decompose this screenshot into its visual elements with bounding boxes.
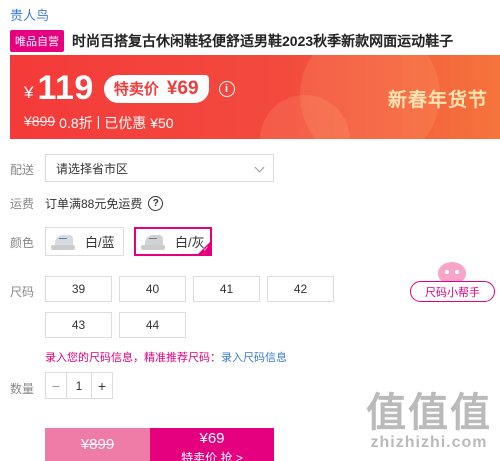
- self-operated-tag: 唯品自营: [10, 30, 64, 52]
- buy-bar[interactable]: ¥899 ¥69 特卖价 抢 >: [45, 428, 274, 461]
- size-info-line: 录入您的尺码信息，精准推荐尺码：录入尺码信息: [45, 349, 287, 365]
- product-title: 时尚百搭复古休闲鞋轻便舒适男鞋2023秋季新款网面运动鞋子: [72, 33, 454, 49]
- buy-original-price-text: ¥899: [80, 436, 115, 453]
- size-option[interactable]: 40: [119, 276, 186, 302]
- site-watermark: 值值值 zhizhizhi.com: [366, 392, 492, 452]
- special-price-label: 特卖价: [113, 81, 159, 98]
- question-icon[interactable]: ?: [148, 196, 164, 211]
- price-banner: ¥ 119 特卖价 ¥69 i ¥899 0.8折 | 已优惠 ¥50 新春年货…: [10, 55, 500, 139]
- shipping-info: 订单满88元免运费 ?: [45, 195, 164, 212]
- shoe-thumbnail-icon: [139, 231, 167, 253]
- current-price: 119: [37, 69, 94, 107]
- discount-rate: 0.8折: [59, 115, 93, 131]
- address-select[interactable]: 请选择省市区: [45, 154, 274, 182]
- quantity-value[interactable]: 1: [66, 373, 92, 398]
- price-line: ¥ 119 特卖价 ¥69 i: [24, 69, 235, 108]
- shoe-thumbnail-icon: [49, 231, 77, 253]
- special-price-value: ¥69: [166, 77, 199, 99]
- buy-now-button[interactable]: ¥69 特卖价 抢 >: [150, 428, 274, 461]
- color-option-label: 白/蓝: [85, 235, 115, 250]
- brand-link[interactable]: 贵人鸟: [10, 5, 49, 24]
- shipping-label: 运费: [10, 197, 35, 211]
- buy-original-price: ¥899: [45, 428, 150, 461]
- special-price-pill: 特卖价 ¥69: [103, 74, 209, 103]
- separator: |: [96, 113, 101, 129]
- festival-label: 新春年货节: [387, 90, 488, 111]
- size-info-prompt: 录入您的尺码信息，精准推荐尺码：: [45, 352, 221, 364]
- color-option-white-blue[interactable]: 白/蓝: [45, 227, 124, 256]
- product-title-row: 唯品自营 时尚百搭复古休闲鞋轻便舒适男鞋2023秋季新款网面运动鞋子: [10, 30, 492, 52]
- size-option[interactable]: 41: [193, 276, 260, 302]
- size-label: 尺码: [10, 285, 35, 299]
- size-option[interactable]: 42: [267, 276, 334, 302]
- size-option[interactable]: 43: [45, 312, 112, 338]
- saved-amount: 已优惠 ¥50: [104, 115, 174, 131]
- quantity-minus-button[interactable]: −: [46, 373, 66, 398]
- watermark-logo: 值值值: [366, 391, 492, 435]
- size-info-link[interactable]: 录入尺码信息: [221, 352, 287, 364]
- quantity-plus-button[interactable]: +: [92, 373, 112, 398]
- shipping-text: 订单满88元免运费: [45, 197, 143, 211]
- delivery-label: 配送: [10, 163, 35, 177]
- color-label: 颜色: [10, 236, 35, 250]
- quantity-label: 数量: [10, 382, 35, 396]
- buy-label: 特卖价 抢 >: [181, 451, 243, 461]
- original-price: ¥899: [24, 113, 56, 129]
- quantity-stepper: − 1 +: [45, 372, 113, 399]
- size-option[interactable]: 44: [119, 312, 186, 338]
- currency-symbol: ¥: [24, 82, 34, 102]
- size-helper-button[interactable]: 尺码小帮手: [410, 262, 495, 302]
- size-helper-label: 尺码小帮手: [410, 281, 495, 302]
- address-placeholder: 请选择省市区: [56, 161, 129, 176]
- color-option-white-gray[interactable]: 白/灰 ✓: [134, 227, 212, 256]
- chevron-down-icon: [254, 162, 265, 173]
- watermark-url: zhizhizhi.com: [370, 434, 488, 451]
- price-detail-line: ¥899 0.8折 | 已优惠 ¥50: [24, 113, 174, 133]
- info-icon[interactable]: i: [218, 80, 235, 97]
- checkmark-icon: ✓: [203, 246, 209, 253]
- size-option[interactable]: 39: [45, 276, 112, 302]
- buy-price: ¥69: [199, 430, 225, 447]
